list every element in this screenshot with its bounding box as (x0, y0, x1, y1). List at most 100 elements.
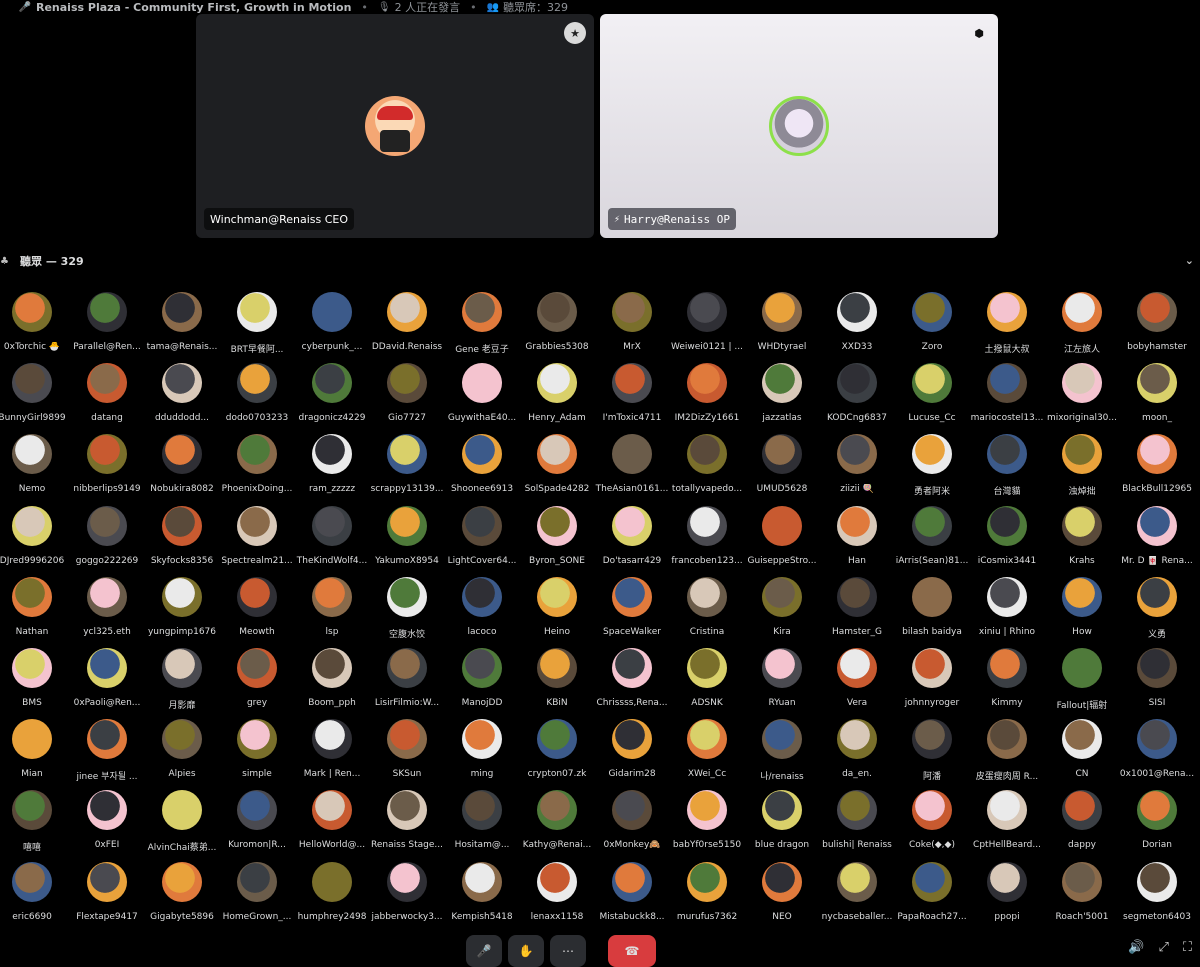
audience-member[interactable]: francoben123... (667, 505, 747, 576)
audience-member[interactable]: Spectrealm21... (217, 505, 297, 576)
audience-member[interactable]: 勇者阿米 (892, 434, 972, 504)
audience-member[interactable]: lenaxx1158 (517, 861, 597, 932)
audience-member[interactable]: NEO (742, 861, 822, 932)
audience-member[interactable]: bulishi| Renaiss (817, 790, 897, 860)
audience-member[interactable]: AlvinChai蔡弟... (142, 790, 222, 860)
audience-member[interactable]: johnnyroger (892, 648, 972, 718)
audience-member[interactable]: crypton07.zk (517, 719, 597, 789)
audience-member[interactable]: Kira (742, 576, 822, 647)
leave-stage-button[interactable]: ☎ (608, 935, 656, 967)
audience-member[interactable]: iArris(Sean)81... (892, 505, 972, 576)
popout-icon[interactable]: ⤢ (1158, 940, 1168, 955)
audience-member[interactable]: simple (217, 719, 297, 789)
audience-member[interactable]: Mian (0, 719, 72, 789)
audience-member[interactable]: RYuan (742, 648, 822, 718)
audience-member[interactable]: KODCng6837 (817, 363, 897, 433)
audience-member[interactable]: Hamster_G (817, 576, 897, 647)
audience-member[interactable]: 0xMonkey🙈 (592, 790, 672, 860)
audience-member[interactable]: Gene 老豆子 (442, 292, 522, 362)
audience-member[interactable]: Fallout|辐射 (1042, 648, 1122, 718)
audience-member[interactable]: Mistabuckk8... (592, 861, 672, 932)
audience-member[interactable]: lacoco (442, 576, 522, 647)
audience-member[interactable]: HomeGrown_... (217, 861, 297, 932)
audience-member[interactable]: UMUD5628 (742, 434, 822, 504)
audience-member[interactable]: humphrey2498 (292, 861, 372, 932)
audience-member[interactable]: datang (67, 363, 147, 433)
audience-member[interactable]: xiniu | Rhino (967, 576, 1047, 647)
audience-member[interactable]: 浊焯拙 (1042, 434, 1122, 504)
audience-member[interactable]: WHDtyrael (742, 292, 822, 362)
audience-member[interactable]: CN (1042, 719, 1122, 789)
audience-member[interactable]: LightCover64... (442, 505, 522, 576)
audience-member[interactable]: Coke(◆,◆) (892, 790, 972, 860)
audience-member[interactable]: 空腹水饺 (367, 576, 447, 647)
audience-member[interactable]: moon_ (1117, 363, 1197, 433)
audience-member[interactable]: SpaceWalker (592, 576, 672, 647)
audience-member[interactable]: Byron_SONE (517, 505, 597, 576)
audience-member[interactable]: BlackBull12965 (1117, 434, 1197, 504)
audience-member[interactable]: IM2DizZy1661 (667, 363, 747, 433)
audience-member[interactable]: Flextape9417 (67, 861, 147, 932)
audience-member[interactable]: murufus7362 (667, 861, 747, 932)
audience-member[interactable]: yungpimp1676 (142, 576, 222, 647)
audience-member[interactable]: Nemo (0, 434, 72, 504)
audience-member[interactable]: segmeton6403 (1117, 861, 1197, 932)
audience-member[interactable]: BMS (0, 648, 72, 718)
audience-member[interactable]: PapaRoach27... (892, 861, 972, 932)
audience-member[interactable]: Han (817, 505, 897, 576)
audience-member[interactable]: Dorian (1117, 790, 1197, 860)
audience-member[interactable]: PhoenixDoing... (217, 434, 297, 504)
audience-member[interactable]: dappy (1042, 790, 1122, 860)
audience-member[interactable]: ManojDD (442, 648, 522, 718)
audience-member[interactable]: jazzatlas (742, 363, 822, 433)
audience-member[interactable]: 皮蛋瘦肉周 R... (967, 719, 1047, 789)
audience-member[interactable]: MrX (592, 292, 672, 362)
stage-speaker-tile[interactable]: ★ Winchman@Renaiss CEO (196, 14, 594, 238)
audience-member[interactable]: Gidarim28 (592, 719, 672, 789)
audience-member[interactable]: TheKindWolf4... (292, 505, 372, 576)
audience-member[interactable]: scrappy13139... (367, 434, 447, 504)
audience-member[interactable]: Zoro (892, 292, 972, 362)
audience-member[interactable]: 0xPaoli@Ren... (67, 648, 147, 718)
audience-member[interactable]: SolSpade4282 (517, 434, 597, 504)
audience-member[interactable]: ADSNK (667, 648, 747, 718)
audience-member[interactable]: Kathy@Renai... (517, 790, 597, 860)
fullscreen-icon[interactable]: ⛶ (1183, 940, 1192, 955)
audience-member[interactable]: jabberwocky3... (367, 861, 447, 932)
audience-member[interactable]: Mr. D 🀄 Rena... (1117, 505, 1197, 576)
audience-member[interactable]: totallyvapedo... (667, 434, 747, 504)
audience-member[interactable]: Chrissss,Rena... (592, 648, 672, 718)
audience-member[interactable]: eric6690 (0, 861, 72, 932)
audience-member[interactable]: goggo222269 (67, 505, 147, 576)
audience-member[interactable]: GuiseppeStro... (742, 505, 822, 576)
audience-member[interactable]: grey (217, 648, 297, 718)
audience-member[interactable]: Roach'5001 (1042, 861, 1122, 932)
audience-member[interactable]: Nobukira8082 (142, 434, 222, 504)
audience-member[interactable]: I'mToxic4711 (592, 363, 672, 433)
audience-member[interactable]: Mark | Ren... (292, 719, 372, 789)
audience-member[interactable]: TheAsian0161... (592, 434, 672, 504)
audience-member[interactable]: How (1042, 576, 1122, 647)
stage-speaker-tile[interactable]: ⬢ ⚡ Harry@Renaiss OP (600, 14, 998, 238)
audience-member[interactable]: Renaiss Stage... (367, 790, 447, 860)
audience-member[interactable]: 0xFEI (67, 790, 147, 860)
request-speak-icon[interactable]: 🎤 (466, 935, 502, 967)
audience-member[interactable]: Cristina (667, 576, 747, 647)
audience-member[interactable]: 月影靡 (142, 648, 222, 718)
audience-member[interactable]: 嘻嘻 (0, 790, 72, 860)
audience-member[interactable]: LisirFilmio:W... (367, 648, 447, 718)
audience-member[interactable]: Alpies (142, 719, 222, 789)
audience-member[interactable]: Kimmy (967, 648, 1047, 718)
audience-member[interactable]: 0xTorchic 🐣 (0, 292, 72, 362)
audience-member[interactable]: Nathan (0, 576, 72, 647)
audience-member[interactable]: Shoonee6913 (442, 434, 522, 504)
audience-member[interactable]: bobyhamster (1117, 292, 1197, 362)
audience-member[interactable]: bilash baidya (892, 576, 972, 647)
audience-member[interactable]: SISI (1117, 648, 1197, 718)
audience-member[interactable]: Kuromon|R... (217, 790, 297, 860)
audience-member[interactable]: SKSun (367, 719, 447, 789)
audience-member[interactable]: Skyfocks8356 (142, 505, 222, 576)
audience-member[interactable]: Weiwei0121 | ... (667, 292, 747, 362)
audience-member[interactable]: Vera (817, 648, 897, 718)
audience-member[interactable]: 台灣貓 (967, 434, 1047, 504)
